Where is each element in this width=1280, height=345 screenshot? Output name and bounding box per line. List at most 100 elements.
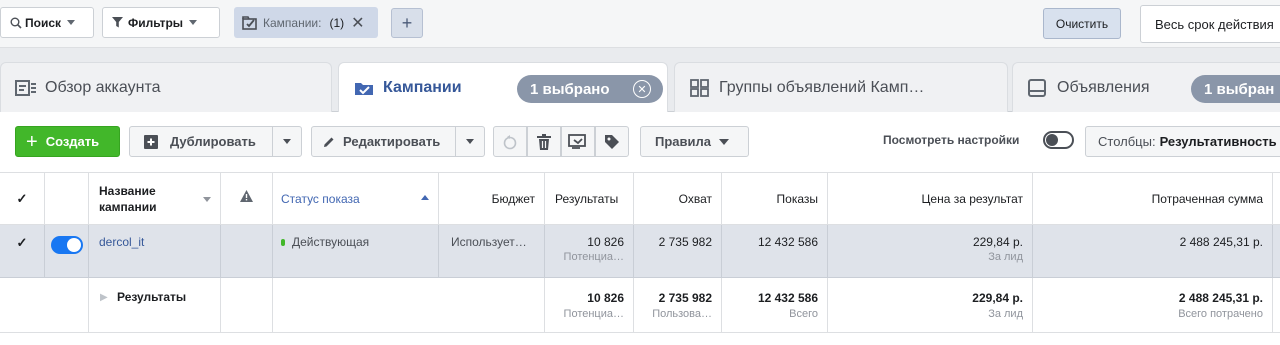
summary-row: ▶ Результаты 10 826 Потенциа… 2 735 982 … (0, 278, 1280, 333)
chevron-down-icon (67, 20, 76, 25)
clear-button[interactable]: Очистить (1043, 8, 1121, 39)
funnel-icon (112, 17, 123, 28)
cost-per-result-cell: 229,84 р. За лид (828, 225, 1033, 277)
status-text: Действующая (292, 235, 370, 249)
edit-button[interactable]: Редактировать (311, 126, 485, 157)
column-header-label: Охват (678, 192, 712, 206)
tab-ad-sets[interactable]: Группы объявлений Камп… (674, 62, 1008, 112)
close-icon[interactable]: ✕ (351, 13, 364, 33)
columns-button[interactable]: Столбцы: Результативность (1085, 126, 1280, 157)
view-settings-label: Посмотреть настройки (883, 133, 1020, 147)
impressions-column-header[interactable]: Показы (722, 173, 828, 224)
tag-icon (605, 134, 619, 149)
tab-ads[interactable]: Объявления 1 выбран (1012, 62, 1280, 112)
tab-label: Обзор аккаунта (45, 78, 161, 96)
toggle-knob (67, 238, 81, 252)
create-button[interactable]: + Создать (15, 126, 120, 157)
tab-label: Группы объявлений Камп… (719, 78, 925, 96)
summary-cost-subtext: За лид (988, 308, 1023, 320)
budget-text: Использует… (451, 235, 527, 249)
campaign-folder-icon (355, 83, 373, 95)
chevron-down-icon (719, 138, 729, 145)
badge-label: 1 выбран (1204, 80, 1275, 98)
add-filter-button[interactable]: + (391, 8, 423, 38)
duplicate-button[interactable]: Дублировать (129, 126, 302, 157)
cost-per-result-value: 229,84 р. (972, 235, 1023, 249)
selected-count-badge[interactable]: 1 выбрано ✕ (517, 75, 663, 103)
results-subtext: Потенциа… (563, 251, 624, 263)
tab-campaigns[interactable]: Кампании 1 выбрано ✕ (338, 62, 668, 113)
ab-test-icon (568, 133, 586, 149)
edit-dropdown[interactable] (455, 127, 484, 156)
summary-impressions-value: 12 432 586 (757, 291, 818, 305)
results-value: 10 826 (587, 235, 624, 249)
tab-label: Кампании (383, 79, 462, 96)
warnings-cell (221, 225, 273, 277)
close-icon[interactable]: ✕ (633, 80, 651, 98)
sort-dropdown-icon[interactable] (203, 197, 211, 202)
campaign-folder-icon (242, 15, 257, 30)
view-settings-toggle[interactable] (1043, 131, 1074, 149)
warnings-column-header[interactable] (221, 173, 273, 224)
row-select-cell: ✓ (0, 225, 45, 277)
tags-button[interactable] (595, 126, 629, 157)
filters-button[interactable]: Фильтры (102, 7, 220, 38)
search-button[interactable]: Поиск (0, 7, 94, 38)
column-header-label: Показы (776, 192, 818, 206)
campaigns-table: ✓ Название кампании Статус показа Бюджет… (0, 172, 1280, 345)
badge-label: 1 выбрано (530, 80, 610, 98)
chip-count: (1) (329, 15, 345, 30)
undo-icon (503, 134, 517, 149)
name-column-header[interactable]: Название кампании (89, 173, 221, 224)
summary-results-subtext: Потенциа… (563, 308, 624, 320)
column-header-label: Цена за результат (921, 192, 1023, 206)
ab-test-button[interactable] (561, 126, 595, 157)
table-row[interactable]: ✓ dercol_it Действующая Использует… 10 8… (0, 225, 1280, 278)
reach-cell: 2 735 982 (634, 225, 722, 277)
amount-spent-column-header[interactable]: Потраченная сумма (1033, 173, 1273, 224)
cost-per-result-column-header[interactable]: Цена за результат (828, 173, 1033, 224)
action-toolbar: + Создать Дублировать Редактировать Прав… (0, 112, 1280, 172)
campaign-filter-chip[interactable]: Кампании: (1) ✕ (234, 7, 378, 38)
budget-column-header[interactable]: Бюджет (439, 173, 545, 224)
duplicate-icon (144, 134, 158, 149)
tab-label: Объявления (1057, 78, 1150, 96)
status-cell: Действующая (273, 225, 439, 277)
active-status-dot (281, 239, 285, 246)
column-header-label: Результаты (555, 192, 619, 206)
summary-reach-subtext: Пользова… (652, 308, 712, 320)
chevron-down-icon (189, 20, 198, 25)
column-header-label: Название кампании (99, 184, 157, 214)
campaign-on-off-toggle[interactable] (51, 236, 83, 254)
row-toggle-cell (45, 225, 89, 277)
summary-impressions-subtext: Всего (789, 308, 818, 320)
chip-label: Кампании: (263, 15, 322, 30)
campaign-name-cell: dercol_it (89, 225, 221, 277)
results-column-header[interactable]: Результаты (545, 173, 634, 224)
date-range-button[interactable]: Весь срок действия (1140, 5, 1280, 43)
amount-spent-value: 2 488 245,31 р. (1179, 235, 1263, 249)
summary-blank-cell (221, 278, 273, 332)
summary-results-value: 10 826 (587, 291, 624, 305)
filters-label: Фильтры (128, 15, 184, 30)
cost-per-result-subtext: За лид (988, 251, 1023, 263)
campaign-name-link[interactable]: dercol_it (99, 235, 144, 249)
expand-chevron-icon[interactable]: ▶ (100, 292, 108, 303)
status-column-header[interactable]: Статус показа (273, 173, 439, 224)
search-icon (10, 17, 22, 29)
delete-button[interactable] (527, 126, 561, 157)
tab-account-overview[interactable]: Обзор аккаунта (0, 62, 332, 112)
reach-column-header[interactable]: Охват (634, 173, 722, 224)
summary-spent-value: 2 488 245,31 р. (1178, 291, 1263, 305)
duplicate-dropdown[interactable] (272, 127, 301, 156)
undo-button[interactable] (493, 126, 527, 157)
summary-reach-cell: 2 735 982 Пользова… (634, 278, 722, 332)
rules-button[interactable]: Правила (640, 126, 749, 157)
budget-cell: Использует… (439, 225, 545, 277)
summary-cost-cell: 229,84 р. За лид (828, 278, 1033, 332)
select-all-checkbox[interactable]: ✓ (15, 191, 29, 206)
row-checkbox[interactable]: ✓ (15, 235, 29, 250)
column-header-label: Статус показа (281, 192, 360, 206)
summary-blank-cell (0, 278, 45, 332)
selected-count-badge[interactable]: 1 выбран (1191, 75, 1280, 103)
